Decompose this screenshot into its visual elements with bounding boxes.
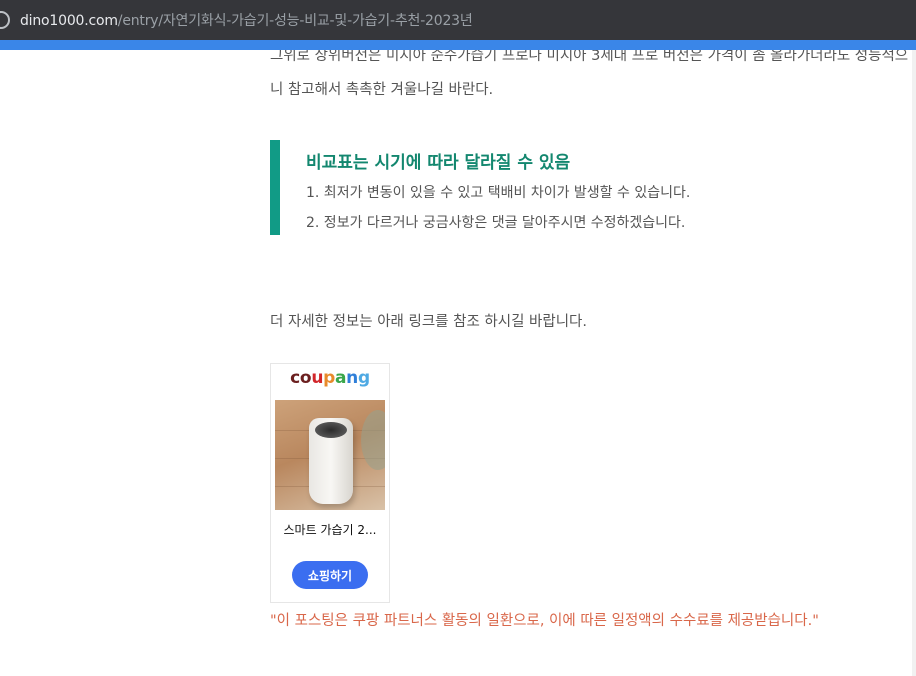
logo-letter: g bbox=[357, 368, 370, 388]
browser-address-bar[interactable]: dino1000.com/entry/자연기화식-가습기-성능-비교-및-가습기… bbox=[0, 0, 916, 40]
notice-blockquote: 비교표는 시기에 따라 달라질 수 있음 1. 최저가 변동이 있을 수 있고 … bbox=[270, 140, 770, 235]
logo-letter: o bbox=[299, 368, 312, 388]
logo-letter: u bbox=[311, 368, 324, 388]
url-path: /entry/자연기화식-가습기-성능-비교-및-가습기-추천-2023년 bbox=[117, 13, 473, 29]
article-paragraph-cut: 그위로 상위버전은 미지아 순수가습기 프로나 미지아 3세대 프로 버전은 가… bbox=[270, 50, 909, 64]
shop-button[interactable]: 쇼핑하기 bbox=[292, 561, 368, 589]
logo-letter: c bbox=[290, 368, 300, 388]
notice-line-1: 1. 최저가 변동이 있을 수 있고 택배비 차이가 발생할 수 있습니다. bbox=[306, 185, 691, 201]
scrollbar[interactable] bbox=[912, 50, 916, 676]
coupang-logo: coupang bbox=[271, 368, 389, 388]
product-card[interactable]: coupang 스마트 가습기 2... 쇼핑하기 bbox=[270, 363, 390, 603]
logo-letter: p bbox=[323, 368, 335, 388]
article-content: 그위로 상위버전은 미지아 순수가습기 프로나 미지아 3세대 프로 버전은 가… bbox=[0, 50, 916, 676]
logo-letter: n bbox=[346, 368, 358, 388]
page-load-bar bbox=[0, 40, 916, 50]
logo-letter: a bbox=[335, 368, 347, 388]
notice-title: 비교표는 시기에 따라 달라질 수 있음 bbox=[306, 153, 571, 173]
url-host: dino1000.com bbox=[20, 13, 118, 29]
more-info-text: 더 자세한 정보는 아래 링크를 참조 하시길 바랍니다. bbox=[270, 314, 588, 330]
notice-line-2: 2. 정보가 다르거나 궁금사항은 댓글 달아주시면 수정하겠습니다. bbox=[306, 215, 686, 231]
url-text[interactable]: dino1000.com/entry/자연기화식-가습기-성능-비교-및-가습기… bbox=[20, 10, 473, 30]
product-image[interactable] bbox=[275, 400, 385, 510]
article-paragraph: 니 참고해서 촉촉한 겨울나길 바란다. bbox=[270, 82, 494, 98]
affiliate-disclaimer: "이 포스팅은 쿠팡 파트너스 활동의 일환으로, 이에 따른 일정액의 수수료… bbox=[270, 613, 819, 629]
site-info-icon[interactable] bbox=[0, 11, 10, 29]
product-name[interactable]: 스마트 가습기 2... bbox=[271, 521, 389, 538]
